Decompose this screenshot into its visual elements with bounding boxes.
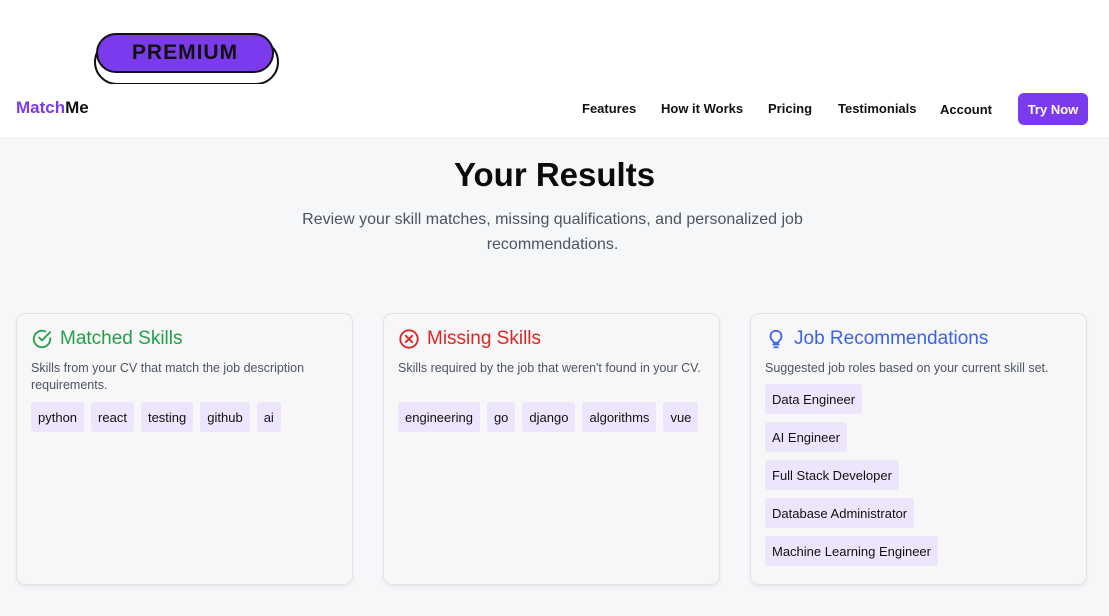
matched-skills-header: Matched Skills [31, 328, 183, 350]
nav-how-it-works[interactable]: How it Works [661, 101, 743, 116]
job-recommendations-description: Suggested job roles based on your curren… [765, 361, 1049, 375]
try-now-button[interactable]: Try Now [1018, 93, 1088, 125]
skill-tag: react [91, 402, 134, 432]
skill-tag: engineering [398, 402, 480, 432]
job-recommendations-list: Data Engineer AI Engineer Full Stack Dev… [765, 384, 938, 566]
skill-tag: go [486, 402, 516, 432]
skill-tag: algorithms [582, 402, 657, 432]
skill-tag: github [200, 402, 250, 432]
x-circle-icon [399, 329, 419, 349]
matched-skills-list: python react testing github ai [31, 402, 351, 432]
premium-badge[interactable]: PREMIUM [94, 32, 279, 85]
lightbulb-icon [769, 329, 783, 349]
missing-skills-title: Missing Skills [427, 328, 542, 349]
job-role-tag[interactable]: Database Administrator [765, 498, 915, 528]
page-subtitle: Review your skill matches, missing quali… [302, 211, 803, 253]
matched-skills-description: Skills from your CV that match the job d… [31, 361, 305, 392]
job-role-tag[interactable]: Machine Learning Engineer [765, 536, 938, 566]
page-title: Your Results [453, 156, 656, 193]
skill-tag: testing [140, 402, 194, 432]
skill-tag: vue [663, 402, 699, 432]
skill-tag: python [31, 402, 85, 432]
missing-skills-card: Missing Skills Skills required by the jo… [383, 313, 720, 585]
check-circle-icon [32, 329, 52, 349]
missing-skills-header: Missing Skills [398, 328, 541, 350]
nav-account[interactable]: Account [940, 102, 992, 117]
premium-badge-label[interactable]: PREMIUM [96, 33, 274, 73]
matched-skills-card: Matched Skills Skills from your CV that … [16, 313, 353, 585]
job-recommendations-card: Job Recommendations Suggested job roles … [750, 313, 1087, 585]
job-recommendations-header: Job Recommendations [765, 328, 988, 350]
job-role-tag[interactable]: AI Engineer [765, 422, 847, 452]
nav-pricing[interactable]: Pricing [768, 101, 812, 116]
nav-testimonials[interactable]: Testimonials [838, 101, 917, 116]
site-header: MatchMe Features How it Works Pricing Te… [0, 84, 1109, 139]
skill-tag: ai [256, 402, 281, 432]
job-role-tag[interactable]: Data Engineer [765, 384, 863, 414]
matched-skills-title: Matched Skills [60, 328, 183, 349]
main-nav: Features How it Works Pricing Testimonia… [0, 84, 1109, 138]
nav-features[interactable]: Features [582, 101, 636, 116]
job-role-tag[interactable]: Full Stack Developer [765, 460, 899, 490]
missing-skills-description: Skills required by the job that weren't … [398, 361, 701, 375]
results-section: Your Results Review your skill matches, … [0, 139, 1109, 616]
skill-tag: django [522, 402, 576, 432]
missing-skills-list: engineering go django algorithms vue [398, 402, 718, 432]
job-recommendations-title: Job Recommendations [794, 328, 989, 349]
